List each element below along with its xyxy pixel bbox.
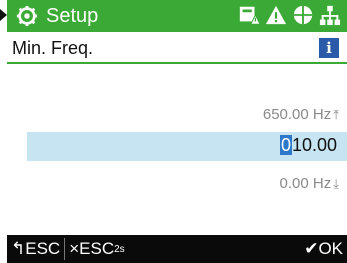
device-screen: Setup Min. Freq. i 650.00 Hz ⤒ 010.00 0.… <box>7 0 347 263</box>
check-icon: ✔ <box>304 239 319 258</box>
memory-warning-icon <box>239 6 260 25</box>
ok-button[interactable]: ✔ OK <box>304 235 343 263</box>
cancel-label: ESC <box>79 239 115 258</box>
back-label: ESC <box>25 239 61 258</box>
warning-icon <box>265 5 287 25</box>
cancel-button[interactable]: × ESC 2s <box>65 239 128 259</box>
min-value: 0.00 Hz ⤓ <box>280 175 339 192</box>
gear-icon <box>16 5 38 27</box>
parameter-name: Min. Freq. <box>12 37 94 58</box>
max-value: 650.00 Hz ⤒ <box>263 106 339 123</box>
back-arrow-icon: ↰ <box>11 239 26 258</box>
cancel-icon: × <box>69 239 80 258</box>
header-bar: Setup <box>7 0 347 32</box>
ok-label: OK <box>318 239 343 258</box>
lower-limit-icon: ⤓ <box>333 176 339 191</box>
status-icons <box>238 4 341 26</box>
cancel-hold-time: 2s <box>114 243 125 255</box>
digit-cursor[interactable]: 0 <box>279 135 292 155</box>
network-icon <box>319 5 341 26</box>
edit-value-rest: 10.00 <box>291 135 337 155</box>
selection-pointer <box>0 9 7 21</box>
value-editor[interactable]: 010.00 <box>27 132 347 161</box>
softkey-bar: ↰ ESC × ESC 2s ✔ OK <box>7 235 347 263</box>
info-icon[interactable]: i <box>319 38 339 58</box>
max-value-text: 650.00 Hz <box>262 106 332 123</box>
upper-limit-icon: ⤒ <box>333 107 339 122</box>
page-title: Setup <box>46 4 99 27</box>
back-button[interactable]: ↰ ESC <box>7 239 64 259</box>
globe-icon <box>293 5 313 25</box>
parameter-bar: Min. Freq. i <box>7 34 347 64</box>
edit-value[interactable]: 010.00 <box>279 135 337 156</box>
min-value-text: 0.00 Hz <box>279 175 332 192</box>
